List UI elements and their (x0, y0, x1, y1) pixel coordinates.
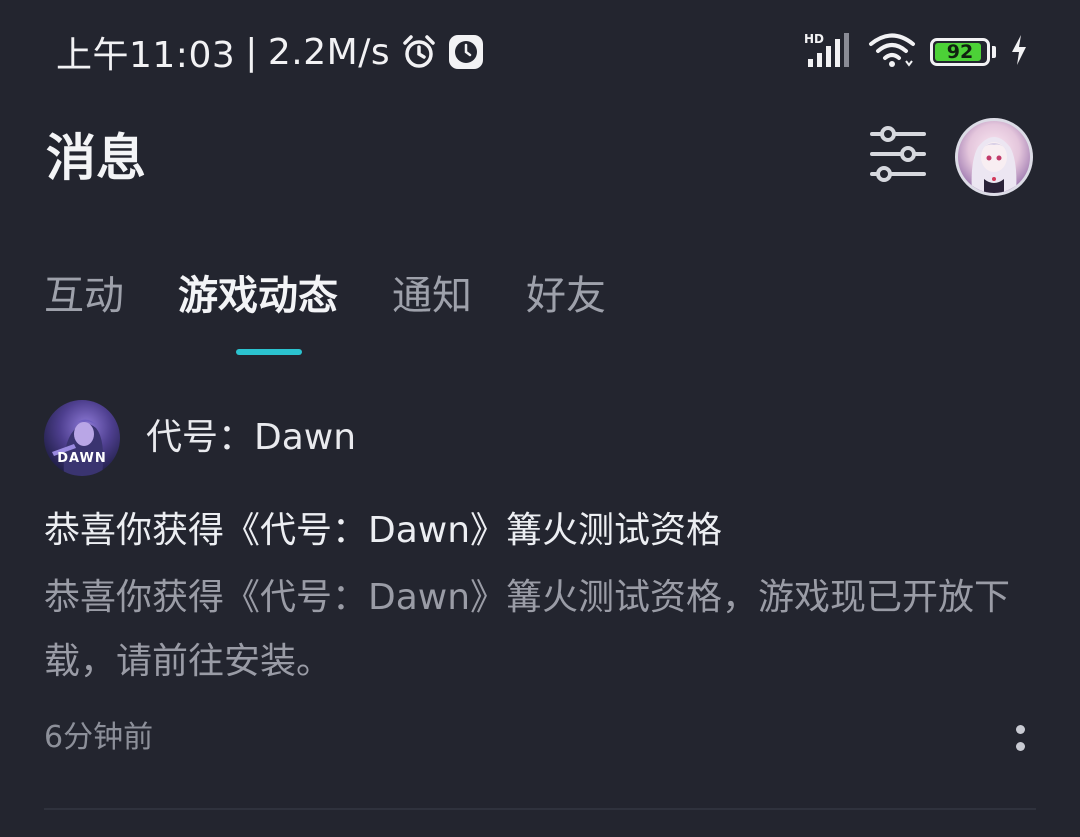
filter-button[interactable] (866, 124, 930, 188)
battery-nub (992, 46, 996, 58)
tab-friends[interactable]: 好友 (526, 268, 606, 324)
status-time: 上午11:03 (56, 35, 236, 76)
battery-level: 92 (946, 41, 974, 63)
game-name[interactable]: 代号：Dawn (146, 414, 356, 462)
lightning-icon (1010, 34, 1028, 70)
clock-app-icon (448, 34, 484, 70)
tab-bar: 互动 游戏动态 通知 好友 (44, 266, 660, 326)
svg-text:HD: HD (804, 32, 824, 46)
battery-icon: 92 (930, 38, 990, 66)
game-avatar[interactable]: DAWN (44, 400, 120, 476)
divider (44, 808, 1036, 810)
more-vertical-icon[interactable] (1004, 716, 1036, 760)
status-net-speed: 2.2M/s (267, 31, 391, 73)
more-dot (1015, 742, 1025, 751)
tab-interaction[interactable]: 互动 (44, 268, 124, 324)
hd-signal-icon: HD (804, 31, 854, 73)
status-bar: 上午11:03 | 2.2M/s HD 92 (0, 0, 1080, 104)
tab-notifications[interactable]: 通知 (392, 268, 472, 324)
avatar-illustration (971, 137, 1017, 193)
message-time: 6分钟前 (44, 720, 154, 755)
message-body[interactable]: 恭喜你获得《代号：Dawn》篝火测试资格，游戏现已开放下载，请前往安装。 (44, 566, 1024, 694)
alarm-clock-icon (400, 33, 438, 71)
active-tab-indicator (236, 349, 302, 355)
tab-game-updates[interactable]: 游戏动态 (178, 268, 338, 324)
status-right: HD 92 (804, 30, 1028, 74)
message-title[interactable]: 恭喜你获得《代号：Dawn》篝火测试资格 (44, 506, 722, 556)
status-separator: | (245, 31, 258, 73)
page-title: 消息 (46, 129, 146, 187)
battery-indicator: 92 (930, 38, 996, 66)
game-logo-text: DAWN (57, 451, 107, 466)
wifi-icon (868, 31, 916, 73)
status-left: 上午11:03 | 2.2M/s (56, 28, 484, 76)
user-avatar[interactable] (955, 118, 1033, 196)
more-dot (1015, 725, 1025, 734)
sliders-icon (868, 126, 928, 186)
